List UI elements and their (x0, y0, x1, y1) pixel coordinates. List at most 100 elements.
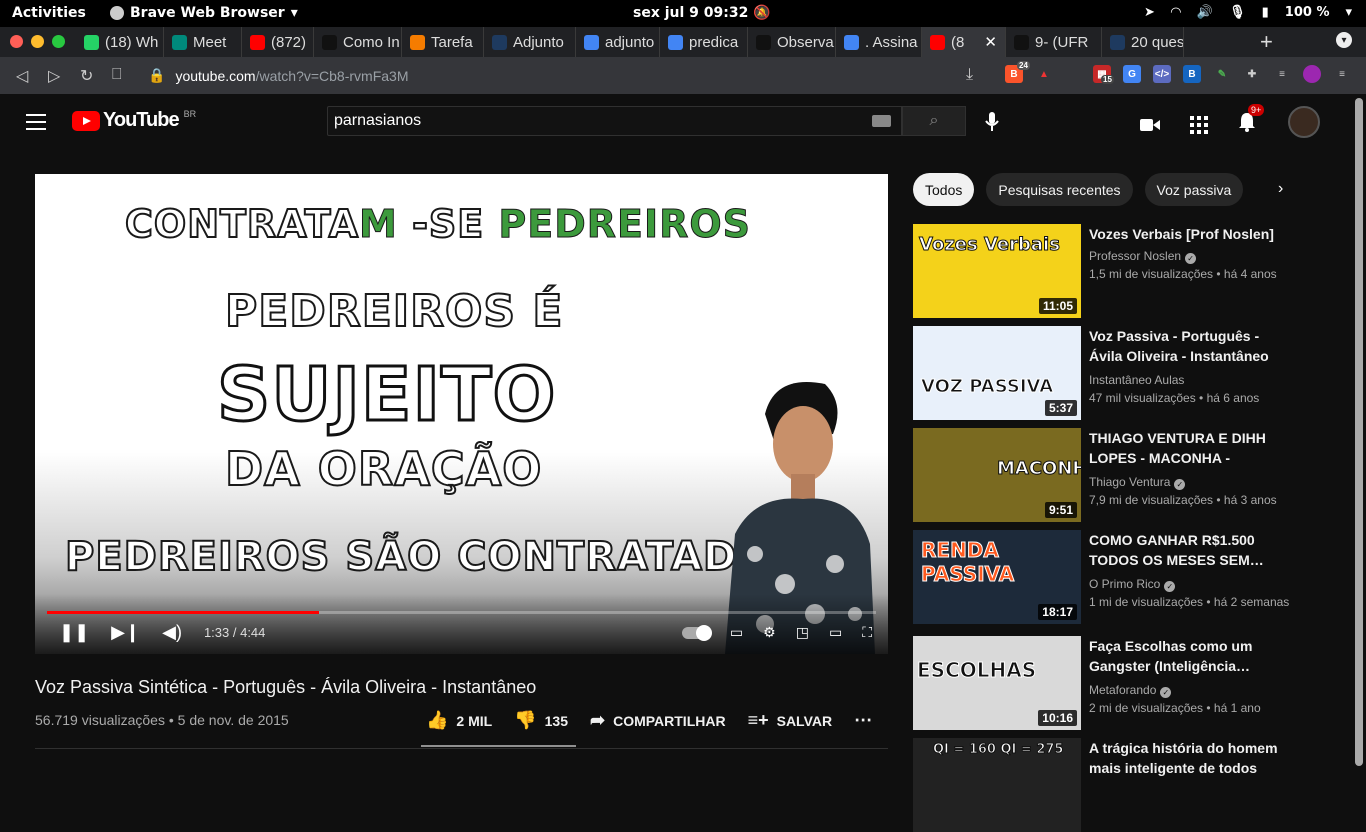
activities-button[interactable]: Activities (12, 5, 86, 21)
chip-0[interactable]: Todos (913, 173, 975, 206)
video-player[interactable]: CONTRATAM -SE PEDREIROS PEDREIROS É SUJE… (35, 174, 888, 654)
back-icon[interactable]: ◁ (16, 66, 28, 86)
system-tray[interactable]: ➤ ◠ 🔊 🎙 ▮ 100 % ▾ (1144, 5, 1352, 20)
tab-0[interactable]: (18) Wh (76, 27, 164, 57)
volume-icon[interactable]: ◀) (162, 622, 182, 643)
tab-6[interactable]: adjunto (576, 27, 660, 57)
apps-icon[interactable] (1190, 115, 1208, 134)
tab-11[interactable]: 9- (UFR (1006, 27, 1102, 57)
progress-bar[interactable] (47, 611, 876, 614)
recommendation-title[interactable]: Vozes Verbais [Prof Noslen] (1089, 224, 1289, 244)
recommendation-item[interactable]: MACONHA 9:51 THIAGO VENTURA E DIHH LOPES -… (913, 428, 1293, 522)
code-icon[interactable]: </> (1153, 65, 1171, 83)
forward-icon[interactable]: ▷ (48, 66, 60, 86)
search-button[interactable]: ⌕ (902, 106, 966, 136)
dislike-button[interactable]: 👎 135 (514, 710, 568, 731)
brave-rewards-icon[interactable]: ▲ (1035, 65, 1053, 83)
app-menu[interactable]: Brave Web Browser ▾ (110, 5, 298, 21)
like-button[interactable]: 👍 2 MIL (426, 710, 492, 731)
address-bar[interactable]: 🔒 youtube.com/watch?v=Cb8-rvmFa3M (148, 63, 988, 88)
clock[interactable]: sex jul 9 09:32 🔕 (633, 5, 771, 21)
subtitles-icon[interactable]: ▭ (730, 624, 743, 641)
country-code: BR (183, 108, 197, 119)
create-video-icon[interactable] (1140, 117, 1160, 133)
minimize-window-button[interactable] (31, 35, 44, 48)
menu-icon[interactable] (26, 114, 46, 135)
next-icon[interactable]: ▶❙ (111, 622, 140, 643)
recommendation-item[interactable]: ESCOLHAS 10:16 Faça Escolhas como um Gangs… (913, 636, 1293, 730)
video-thumbnail[interactable]: QI = 160 QI = 275 (913, 738, 1081, 832)
fullscreen-icon[interactable]: ⛶ (862, 624, 872, 641)
theater-mode-icon[interactable]: ▭ (829, 624, 842, 641)
pause-icon[interactable]: ❚❚ (59, 622, 89, 643)
recommendation-title[interactable]: A trágica história do homem mais intelig… (1089, 738, 1289, 778)
browser-menu-icon[interactable]: ≡ (1333, 65, 1351, 83)
recommendation-title[interactable]: Faça Escolhas como um Gangster (Inteligê… (1089, 636, 1289, 676)
settings-icon[interactable]: ⚙ (763, 624, 776, 641)
maximize-window-button[interactable] (52, 35, 65, 48)
install-icon[interactable]: ⤓ (966, 66, 973, 84)
calendar-ext-icon[interactable]: ▦ 15 (1093, 65, 1114, 84)
channel-name[interactable]: Professor Noslen ✓ (1089, 249, 1197, 264)
video-thumbnail[interactable]: VOZ PASSIVA 5:37 (913, 326, 1081, 420)
pen-ext-icon[interactable]: ✎ (1213, 65, 1231, 83)
video-thumbnail[interactable]: MACONHA 9:51 (913, 428, 1081, 522)
google-icon (844, 34, 859, 50)
tab-3[interactable]: Como In (314, 27, 402, 57)
tab-8[interactable]: Observa (748, 27, 836, 57)
account-avatar[interactable] (1288, 106, 1320, 138)
keyboard-icon[interactable] (872, 115, 891, 127)
search-input[interactable]: parnasianos (327, 106, 902, 136)
autoplay-toggle[interactable] (681, 624, 712, 641)
brave-shields-icon[interactable]: B 24 (1005, 61, 1030, 83)
notifications-bell-icon[interactable]: 9+ (1238, 104, 1265, 137)
voice-search-icon[interactable] (985, 112, 999, 132)
channel-name[interactable]: O Primo Rico ✓ (1089, 577, 1176, 592)
tab-4[interactable]: Tarefa (402, 27, 484, 57)
chip-1[interactable]: Pesquisas recentes (986, 173, 1133, 206)
tab-label: Como In (343, 33, 400, 51)
close-window-button[interactable] (10, 35, 23, 48)
extensions-puzzle-icon[interactable]: ✚ (1243, 65, 1261, 83)
recommendation-item[interactable]: RENDA PASSIVA 18:17 COMO GANHAR R$1.500 TO… (913, 530, 1293, 624)
recommendation-item[interactable]: QI = 160 QI = 275 A trágica história do h… (913, 738, 1293, 832)
chip-2[interactable]: Voz passiva (1144, 173, 1244, 206)
tab-search-icon[interactable]: ▾ (1336, 32, 1352, 48)
tab-1[interactable]: Meet (164, 27, 242, 57)
page-scrollbar[interactable] (1352, 94, 1366, 768)
channel-name[interactable]: Metaforando ✓ (1089, 683, 1172, 698)
recommendation-title[interactable]: THIAGO VENTURA E DIHH LOPES - MACONHA - … (1089, 428, 1289, 468)
close-tab-icon[interactable]: ✕ (984, 33, 997, 51)
recommendation-title[interactable]: COMO GANHAR R$1.500 TODOS OS MESES SEM… (1089, 530, 1289, 570)
recommendation-item[interactable]: Vozes Verbais 11:05 Vozes Verbais [Prof No… (913, 224, 1293, 318)
tab-5[interactable]: Adjunto (484, 27, 576, 57)
tab-9[interactable]: . Assina (836, 27, 922, 57)
youtube-logo[interactable]: YouTube BR (72, 109, 196, 132)
url-domain: youtube.com (175, 67, 256, 84)
recommendation-item[interactable]: VOZ PASSIVA 5:37 Voz Passiva - Português -… (913, 326, 1293, 420)
channel-name[interactable]: Thiago Ventura ✓ (1089, 475, 1186, 490)
b-ext-icon[interactable]: B (1183, 65, 1201, 83)
channel-name[interactable]: Instantâneo Aulas (1089, 373, 1184, 387)
video-thumbnail[interactable]: Vozes Verbais 11:05 (913, 224, 1081, 318)
tab-12[interactable]: 20 ques (1102, 27, 1184, 57)
verified-icon: ✓ (1164, 581, 1176, 592)
miniplayer-icon[interactable]: ◳ (796, 624, 809, 641)
profile-avatar-icon[interactable] (1303, 65, 1321, 83)
translate-icon[interactable]: G (1123, 65, 1141, 83)
tab-2[interactable]: (872) (242, 27, 314, 57)
reload-icon[interactable]: ↻ (80, 66, 93, 86)
bookmark-icon[interactable]: ⎕ (112, 66, 122, 84)
share-button[interactable]: ➦ COMPARTILHAR (590, 710, 726, 731)
recommendation-title[interactable]: Voz Passiva - Português - Ávila Oliveira… (1089, 326, 1289, 366)
tab-7[interactable]: predica (660, 27, 748, 57)
more-actions-button[interactable]: ⋯ (854, 710, 872, 731)
media-queue-icon[interactable]: ≡ (1273, 65, 1291, 83)
save-button[interactable]: ≡+ SALVAR (748, 710, 833, 731)
video-thumbnail[interactable]: RENDA PASSIVA 18:17 (913, 530, 1081, 624)
new-tab-button[interactable]: + (1260, 29, 1273, 55)
tab-10[interactable]: (8 ✕ (922, 27, 1006, 57)
video-thumbnail[interactable]: ESCOLHAS 10:16 (913, 636, 1081, 730)
chevron-right-icon[interactable]: › (1278, 180, 1283, 198)
scrollbar-thumb[interactable] (1355, 98, 1363, 766)
